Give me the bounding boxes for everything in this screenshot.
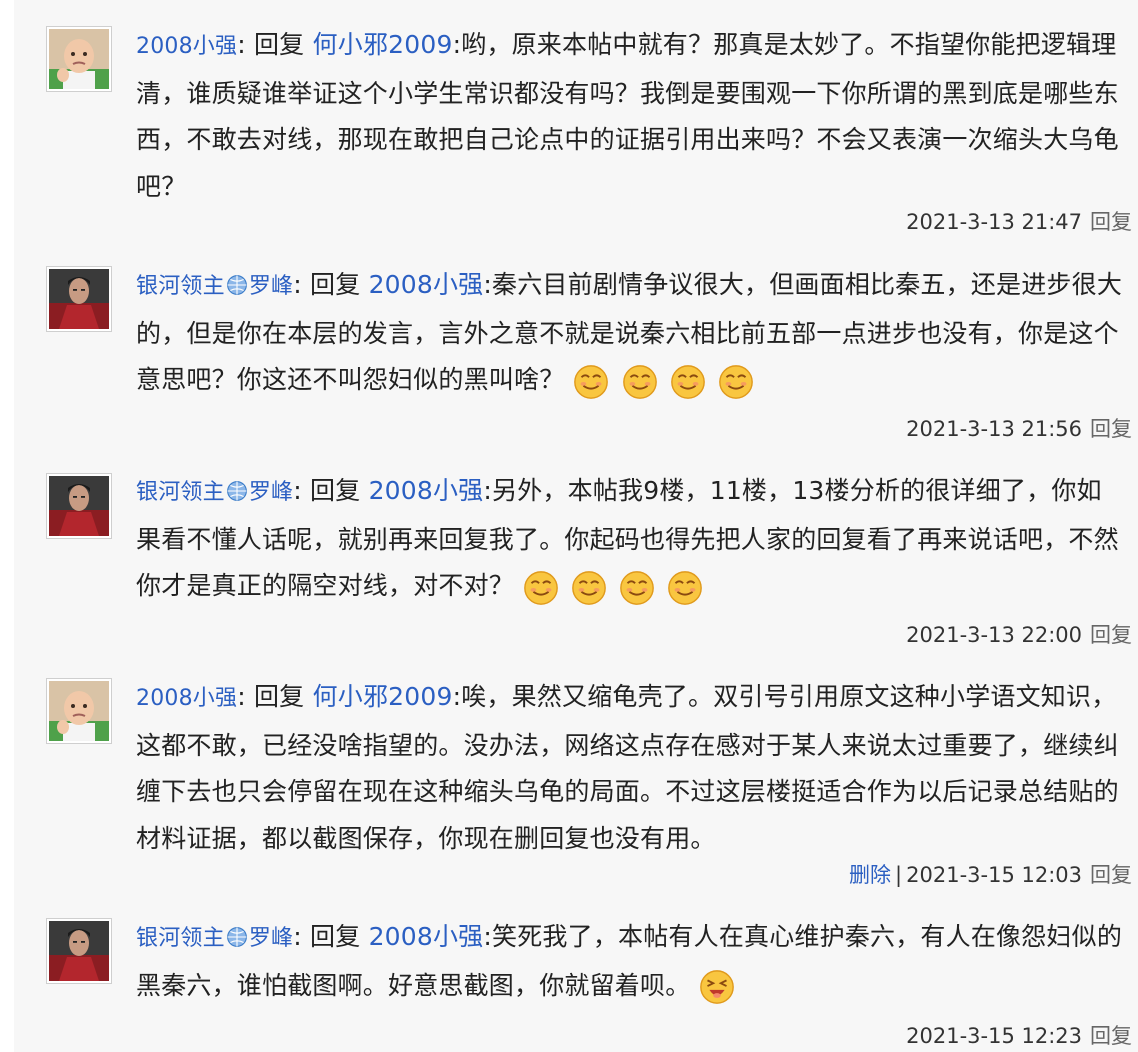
reply-link[interactable]: 回复 bbox=[1090, 210, 1132, 234]
globe-icon bbox=[226, 274, 248, 296]
comment-username[interactable]: 2008小强 bbox=[136, 686, 237, 711]
colon: : bbox=[293, 476, 302, 505]
armored-character-avatar-icon bbox=[49, 921, 109, 981]
reply-word: 回复 bbox=[310, 922, 361, 951]
username-part: 银河领主 bbox=[136, 480, 225, 505]
reply-target-link[interactable]: 何小邪2009 bbox=[313, 682, 453, 711]
reply-target-link[interactable]: 2008小强 bbox=[369, 270, 484, 299]
armored-character-avatar-icon bbox=[49, 269, 109, 329]
reply-target-link[interactable]: 何小邪2009 bbox=[313, 30, 453, 59]
colon: : bbox=[237, 682, 246, 711]
colon: : bbox=[237, 30, 246, 59]
reply-link[interactable]: 回复 bbox=[1090, 1024, 1132, 1048]
separator: | bbox=[895, 863, 903, 887]
reply-word: 回复 bbox=[310, 476, 361, 505]
smug-face-emoji-icon bbox=[621, 363, 659, 401]
comment-username[interactable]: 银河领主 罗峰 bbox=[136, 274, 293, 299]
reply-target-link[interactable]: 2008小强 bbox=[369, 476, 484, 505]
comment-meta: 2021-3-13 22:00 回复 bbox=[906, 619, 1132, 649]
smug-face-emoji-icon bbox=[618, 569, 656, 607]
baby-avatar-icon bbox=[49, 681, 109, 741]
reply-target-link[interactable]: 2008小强 bbox=[369, 922, 484, 951]
comment-timestamp: 2021-3-13 21:56 bbox=[906, 417, 1082, 441]
comment-body: 银河领主 罗峰: 回复 2008小强:笑死我了，本帖有人在真心维护秦六，有人在像怨… bbox=[136, 914, 1126, 1010]
user-avatar[interactable] bbox=[46, 473, 112, 539]
comment-username[interactable]: 银河领主 罗峰 bbox=[136, 926, 293, 951]
reply-link[interactable]: 回复 bbox=[1090, 417, 1132, 441]
comment-body: 2008小强: 回复 何小邪2009:唉，果然又缩龟壳了。双引号引用原文这种小学… bbox=[136, 674, 1126, 862]
comment-timestamp: 2021-3-13 22:00 bbox=[906, 623, 1082, 647]
comment-meta: 2021-3-13 21:56 回复 bbox=[906, 413, 1132, 443]
smug-face-emoji-icon bbox=[666, 569, 704, 607]
smug-face-emoji-icon bbox=[570, 569, 608, 607]
baby-avatar-icon bbox=[49, 29, 109, 89]
laughing-face-emoji-icon bbox=[698, 968, 736, 1006]
comment-timestamp: 2021-3-13 21:47 bbox=[906, 210, 1082, 234]
comment-username[interactable]: 银河领主 罗峰 bbox=[136, 480, 293, 505]
comment-body: 2008小强: 回复 何小邪2009:哟，原来本帖中就有？那真是太妙了。不指望你… bbox=[136, 22, 1126, 210]
username-part: 银河领主 bbox=[136, 274, 225, 299]
reply-link[interactable]: 回复 bbox=[1090, 623, 1132, 647]
username-part: 罗峰 bbox=[248, 480, 294, 505]
reply-word: 回复 bbox=[310, 270, 361, 299]
globe-icon bbox=[226, 926, 248, 948]
comment-meta: 删除 | 2021-3-15 12:03 回复 bbox=[849, 859, 1132, 889]
emoji-row bbox=[696, 963, 736, 1010]
comment-meta: 2021-3-15 12:23 回复 bbox=[906, 1020, 1132, 1050]
emoji-row bbox=[570, 358, 754, 405]
comment-thread: 2008小强: 回复 何小邪2009:哟，原来本帖中就有？那真是太妙了。不指望你… bbox=[14, 0, 1138, 1052]
user-avatar[interactable] bbox=[46, 678, 112, 744]
smug-face-emoji-icon bbox=[522, 569, 560, 607]
comment-body: 银河领主 罗峰: 回复 2008小强:秦六目前剧情争议很大，但画面相比秦五，还是进… bbox=[136, 262, 1126, 404]
username-part: 银河领主 bbox=[136, 926, 225, 951]
username-part: 罗峰 bbox=[248, 274, 294, 299]
comment-body: 银河领主 罗峰: 回复 2008小强:另外，本帖我9楼，11楼，13楼分析的很详细… bbox=[136, 468, 1126, 610]
armored-character-avatar-icon bbox=[49, 476, 109, 536]
user-avatar[interactable] bbox=[46, 918, 112, 984]
comment-meta: 2021-3-13 21:47 回复 bbox=[906, 206, 1132, 236]
smug-face-emoji-icon bbox=[669, 363, 707, 401]
smug-face-emoji-icon bbox=[717, 363, 755, 401]
colon: : bbox=[293, 270, 302, 299]
reply-link[interactable]: 回复 bbox=[1090, 863, 1132, 887]
user-avatar[interactable] bbox=[46, 266, 112, 332]
colon: : bbox=[293, 922, 302, 951]
comment-username[interactable]: 2008小强 bbox=[136, 34, 237, 59]
user-avatar[interactable] bbox=[46, 26, 112, 92]
comment-timestamp: 2021-3-15 12:23 bbox=[906, 1024, 1082, 1048]
comment-timestamp: 2021-3-15 12:03 bbox=[906, 863, 1082, 887]
reply-word: 回复 bbox=[253, 30, 305, 59]
username-part: 罗峰 bbox=[248, 926, 294, 951]
emoji-row bbox=[520, 564, 704, 611]
reply-word: 回复 bbox=[253, 682, 305, 711]
globe-icon bbox=[226, 480, 248, 502]
delete-link[interactable]: 删除 bbox=[849, 863, 891, 887]
smug-face-emoji-icon bbox=[572, 363, 610, 401]
